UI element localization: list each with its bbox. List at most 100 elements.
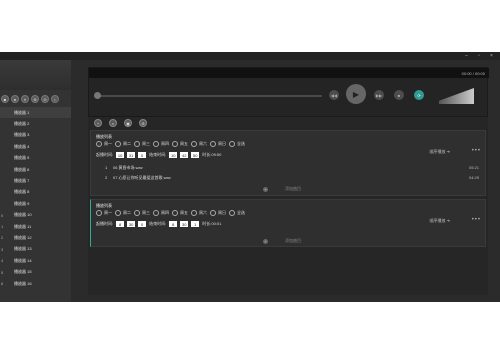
weekday-option[interactable]: 全选 (229, 141, 245, 147)
restore-button[interactable]: ▫ (478, 53, 480, 59)
toolbar-button-icon[interactable]: ▣ (124, 119, 132, 127)
player-list-item[interactable]: 播放器 2 (0, 118, 71, 129)
weekday-checkbox[interactable] (191, 210, 197, 216)
toolbar-button-icon[interactable]: ⊕ (139, 119, 147, 127)
weekday-option[interactable]: 周六 (191, 210, 207, 216)
player-list-item[interactable]: 2 播放器 12 (0, 232, 71, 243)
sidebar-tool-icon[interactable]: ● (11, 95, 19, 103)
end-time-field[interactable]: 10 (169, 152, 178, 158)
start-time-field[interactable]: 30 (127, 221, 136, 227)
player-list-item[interactable]: 6 播放器 16 (0, 278, 71, 289)
weekday-checkbox[interactable] (134, 141, 140, 147)
next-icon[interactable]: ▶▶ (374, 90, 384, 100)
weekday-checkbox[interactable]: ✓ (96, 141, 102, 147)
weekday-option[interactable]: 周四 (153, 141, 169, 147)
player-list-item[interactable]: 0 播放器 10 (0, 210, 71, 221)
time-settings: 起播时间: 8 30 0 结束时间: 8 30 1 时长:00:01 (96, 221, 221, 227)
seek-knob[interactable] (94, 92, 101, 99)
weekday-checkbox[interactable] (172, 210, 178, 216)
weekday-option[interactable]: 周五 (172, 141, 188, 147)
weekday-checkbox[interactable] (229, 210, 235, 216)
weekday-option[interactable]: 周二 (115, 141, 131, 147)
player-list-item[interactable]: 播放器 4 (0, 141, 71, 152)
add-song-button[interactable]: + 添加曲目 (263, 238, 301, 244)
start-time-field[interactable]: 10 (116, 152, 125, 158)
weekday-option[interactable]: 周日 (210, 141, 226, 147)
previous-icon[interactable]: ◀◀ (329, 90, 339, 100)
player-list-label: 播放器 16 (14, 280, 32, 286)
weekday-option[interactable]: 周五 (172, 210, 188, 216)
play-order[interactable]: 顺序播放 ➔ (430, 218, 450, 224)
weekday-option[interactable]: 周三 (134, 141, 150, 147)
sidebar-tool-icon[interactable]: ⏸ (21, 95, 29, 103)
play-order[interactable]: 顺序播放 ➔ (430, 149, 450, 155)
player-list-item[interactable]: 播放器 7 (0, 175, 71, 186)
start-time-field[interactable]: 31 (127, 152, 136, 158)
weekday-checkbox[interactable] (210, 141, 216, 147)
player-list-item[interactable]: 4 播放器 14 (0, 255, 71, 266)
weekday-option[interactable]: ✓ 周一 (96, 141, 112, 147)
weekday-checkbox[interactable] (115, 210, 121, 216)
duration-text: 时长:00:01 (202, 221, 222, 226)
weekday-option[interactable]: 周二 (115, 210, 131, 216)
player-list-item[interactable]: 5 播放器 15 (0, 266, 71, 277)
weekday-option[interactable]: 周四 (153, 210, 169, 216)
player-list-item[interactable]: 播放器 1 (0, 107, 71, 119)
weekday-option[interactable]: 周三 (134, 210, 150, 216)
sidebar-tool-icon[interactable]: ⊖ (41, 95, 49, 103)
player-list-label: 播放器 13 (14, 246, 32, 252)
start-time-field[interactable]: 8 (116, 221, 125, 227)
player-list-label: 播放器 3 (14, 132, 30, 138)
start-time-field[interactable]: 0 (138, 152, 147, 158)
stop-icon[interactable]: ■ (394, 90, 404, 100)
end-time-field[interactable]: 1 (191, 221, 200, 227)
end-time-field[interactable]: 8 (169, 221, 178, 227)
toolbar-button-icon[interactable]: + (94, 119, 102, 127)
start-time-field[interactable]: 0 (138, 221, 147, 227)
weekday-checkbox[interactable] (153, 210, 159, 216)
weekday-checkbox[interactable] (115, 141, 121, 147)
weekday-checkbox[interactable] (191, 141, 197, 147)
end-time-field[interactable]: 30 (180, 221, 189, 227)
weekday-checkbox[interactable] (172, 141, 178, 147)
player-list-item[interactable]: 播放器 3 (0, 130, 71, 141)
play-icon[interactable]: ▶ (346, 84, 366, 104)
duration-text: 时长:09:50 (202, 152, 222, 157)
song-name: 06 黄昏市场.wav (113, 165, 143, 170)
weekday-option[interactable]: 全选 (229, 210, 245, 216)
more-icon[interactable]: ••• (472, 148, 481, 154)
player-list-item[interactable]: 播放器 8 (0, 187, 71, 198)
song-row[interactable]: 1 06 黄昏市场.wav (105, 165, 143, 171)
player-list-number: 5 (1, 269, 4, 275)
end-time-field[interactable]: 50 (191, 152, 200, 158)
player-list-item[interactable]: 播放器 5 (0, 153, 71, 164)
song-row[interactable]: 2 07 心愿让你听见最爱这首歌.wav (105, 175, 171, 181)
more-icon[interactable]: ••• (472, 217, 481, 223)
weekday-option[interactable]: 周一 (96, 210, 112, 216)
sidebar-tool-icon[interactable]: ⊕ (31, 95, 39, 103)
player-list-label: 播放器 11 (14, 223, 32, 229)
volume-slider[interactable] (439, 88, 474, 104)
toolbar-button-icon[interactable]: ⌕ (109, 119, 117, 127)
player-list-item[interactable]: 播放器 6 (0, 164, 71, 175)
weekday-checkbox[interactable] (96, 210, 102, 216)
seek-bar[interactable] (94, 92, 322, 99)
weekday-checkbox[interactable] (229, 141, 235, 147)
weekday-checkbox[interactable] (210, 210, 216, 216)
weekday-checkbox[interactable] (153, 141, 159, 147)
player-list-item[interactable]: 3 播放器 13 (0, 244, 71, 255)
player-list-item[interactable]: 播放器 9 (0, 198, 71, 209)
sidebar-tool-icon[interactable]: i (51, 95, 59, 103)
weekday-option[interactable]: 周六 (191, 141, 207, 147)
player-list-label: 播放器 5 (14, 155, 30, 161)
weekday-checkbox[interactable] (134, 210, 140, 216)
player-list-label: 播放器 1 (14, 109, 30, 115)
weekday-option[interactable]: 周日 (210, 210, 226, 216)
close-button[interactable]: × (490, 53, 493, 59)
sidebar-tool-icon[interactable]: ■ (1, 95, 9, 103)
loop-icon[interactable]: ⟳ (414, 90, 424, 100)
minimize-button[interactable]: – (465, 53, 468, 59)
add-song-button[interactable]: + 添加曲目 (263, 186, 301, 192)
end-time-field[interactable]: 42 (180, 152, 189, 158)
player-list-item[interactable]: 1 播放器 11 (0, 221, 71, 232)
